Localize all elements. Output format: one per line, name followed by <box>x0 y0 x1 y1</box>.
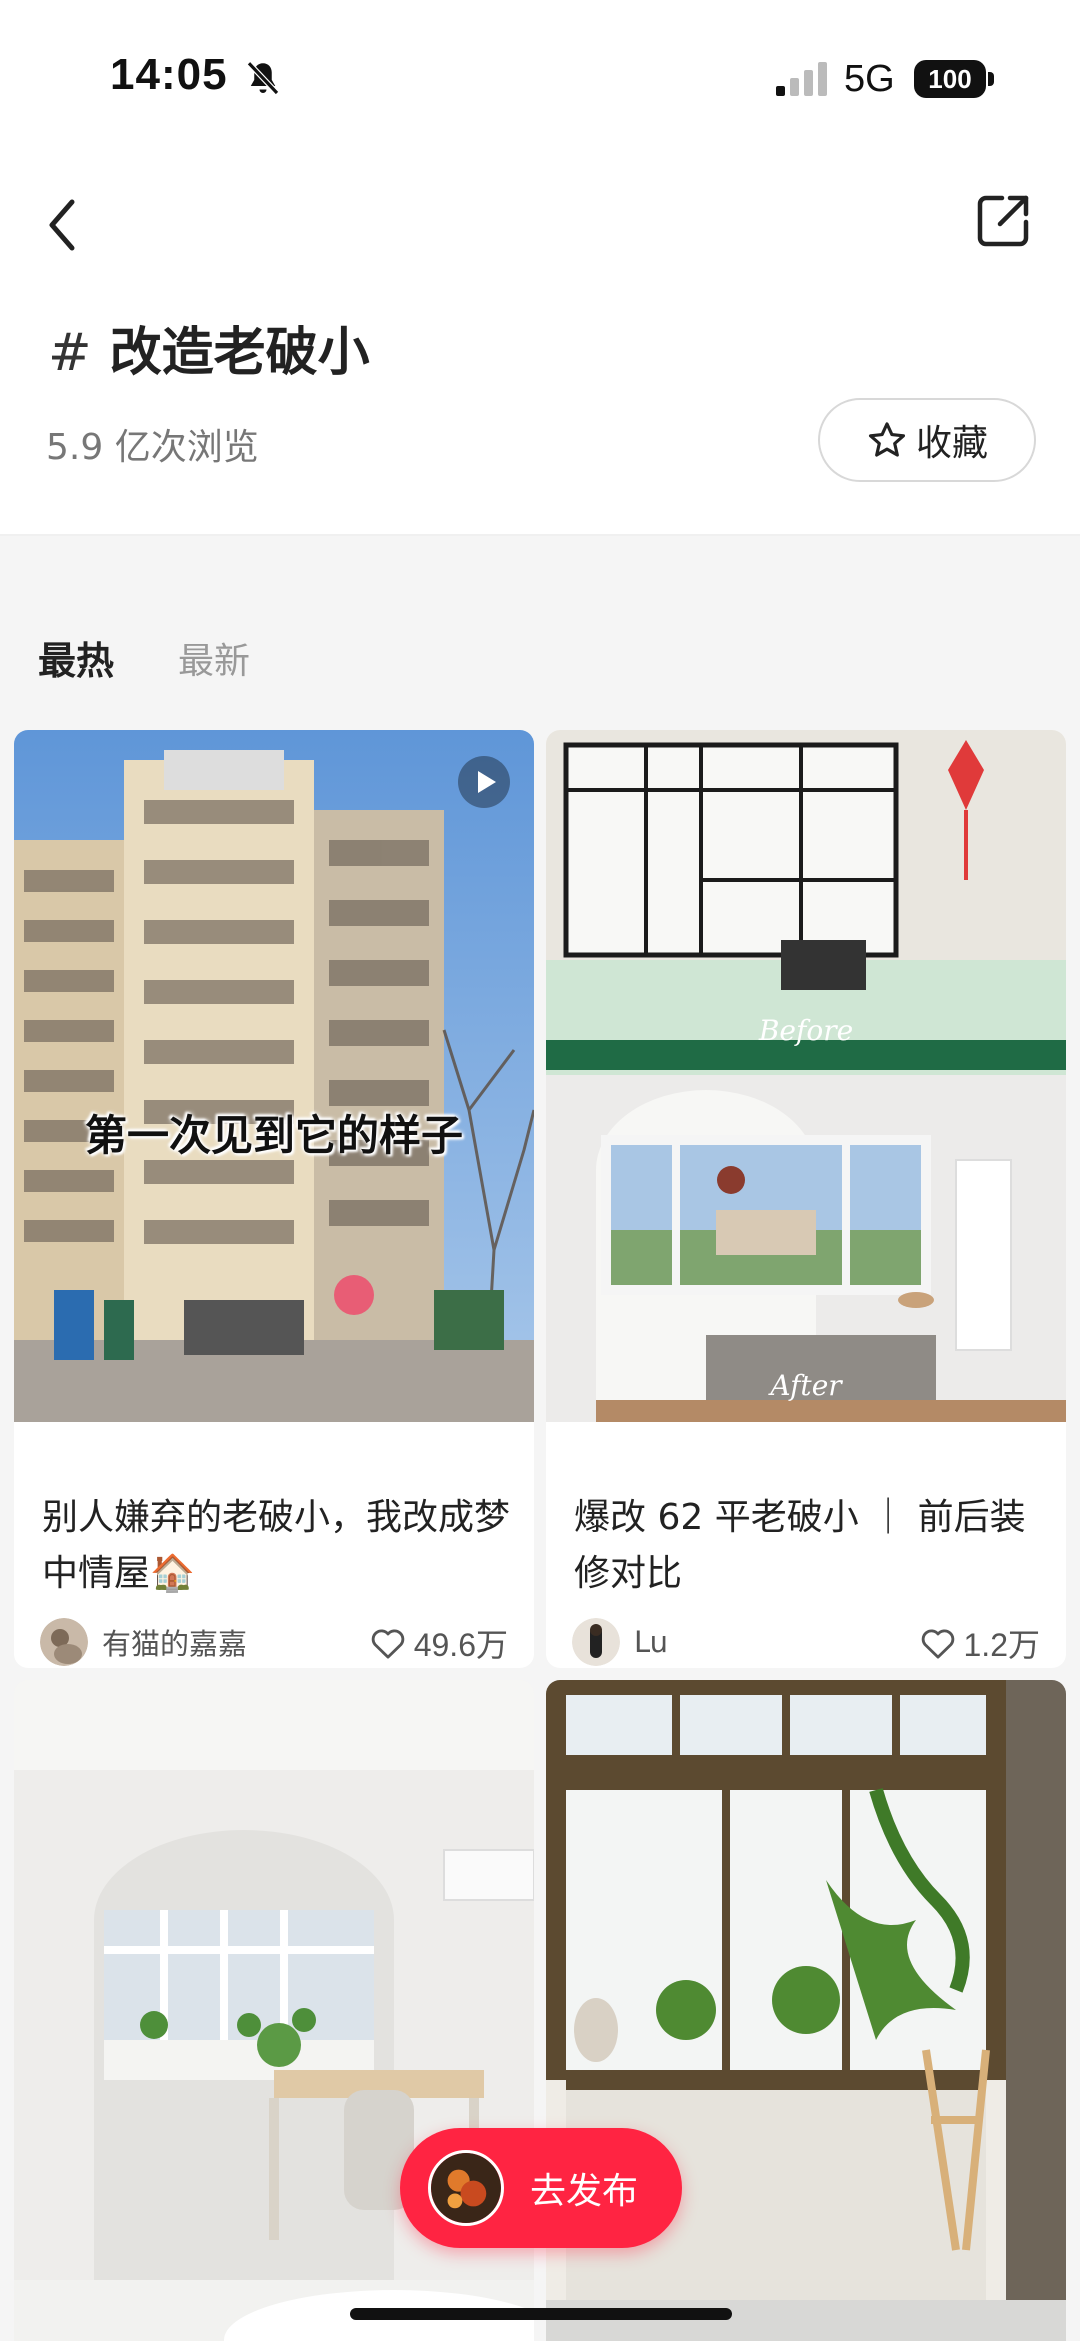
signal-icon <box>776 62 827 96</box>
publish-label: 去发布 <box>530 2171 639 2212</box>
post-card-2[interactable]: Before After 爆改 62 平老破小 ｜ 前后装修对比 Lu 1.2万 <box>546 730 1066 1668</box>
back-arrow-icon[interactable] <box>38 190 88 260</box>
post-card-1[interactable]: 第一次见到它的样子 别人嫌弃的老破小，我改成梦中情屋🏠 有猫的嘉嘉 49.6万 <box>14 730 534 1668</box>
tab-new[interactable]: 最新 <box>178 632 250 684</box>
post-author[interactable]: 有猫的嘉嘉 <box>40 1618 247 1666</box>
author-avatar <box>572 1618 620 1666</box>
like-count: 1.2万 <box>963 1627 1041 1663</box>
home-indicator <box>350 2308 732 2320</box>
play-icon <box>458 756 510 808</box>
battery-indicator: 100 <box>914 60 986 98</box>
topic-name: 改造老破小 <box>109 323 370 383</box>
heart-icon <box>921 1629 954 1659</box>
collect-button[interactable]: 收藏 <box>818 398 1036 482</box>
share-icon[interactable] <box>972 190 1034 252</box>
star-icon <box>868 422 906 457</box>
tab-hot[interactable]: 最热 <box>38 630 114 685</box>
collect-label: 收藏 <box>915 423 988 464</box>
view-count: 5.9 亿次浏览 <box>46 427 259 468</box>
post-cover-image: Before After <box>546 730 1066 1422</box>
post-cover-image: 第一次见到它的样子 <box>14 730 534 1422</box>
user-avatar <box>428 2150 504 2226</box>
status-bar: 14:05 5G 100 <box>0 0 1080 150</box>
post-author[interactable]: Lu <box>572 1618 668 1666</box>
cover-caption: 第一次见到它的样子 <box>84 1111 463 1160</box>
before-label: Before <box>758 1014 853 1047</box>
status-time: 14:05 <box>110 50 228 99</box>
author-name: Lu <box>634 1625 669 1659</box>
battery-cap <box>988 72 994 86</box>
author-avatar <box>40 1618 88 1666</box>
hash-symbol: # <box>48 323 92 383</box>
publish-button[interactable]: 去发布 <box>400 2128 682 2248</box>
heart-icon <box>371 1629 404 1659</box>
topic-title: # 改造老破小 <box>48 310 370 385</box>
after-label: After <box>767 1369 843 1402</box>
network-label: 5G <box>844 58 895 100</box>
bell-muted-icon <box>246 61 280 95</box>
like-count: 49.6万 <box>413 1627 508 1663</box>
author-name: 有猫的嘉嘉 <box>102 1627 248 1661</box>
like-button[interactable]: 49.6万 <box>368 1620 508 1666</box>
post-title[interactable]: 爆改 62 平老破小 ｜ 前后装修对比 <box>574 1490 1044 1602</box>
like-button[interactable]: 1.2万 <box>918 1620 1041 1666</box>
post-title[interactable]: 别人嫌弃的老破小，我改成梦中情屋🏠 <box>42 1490 512 1602</box>
